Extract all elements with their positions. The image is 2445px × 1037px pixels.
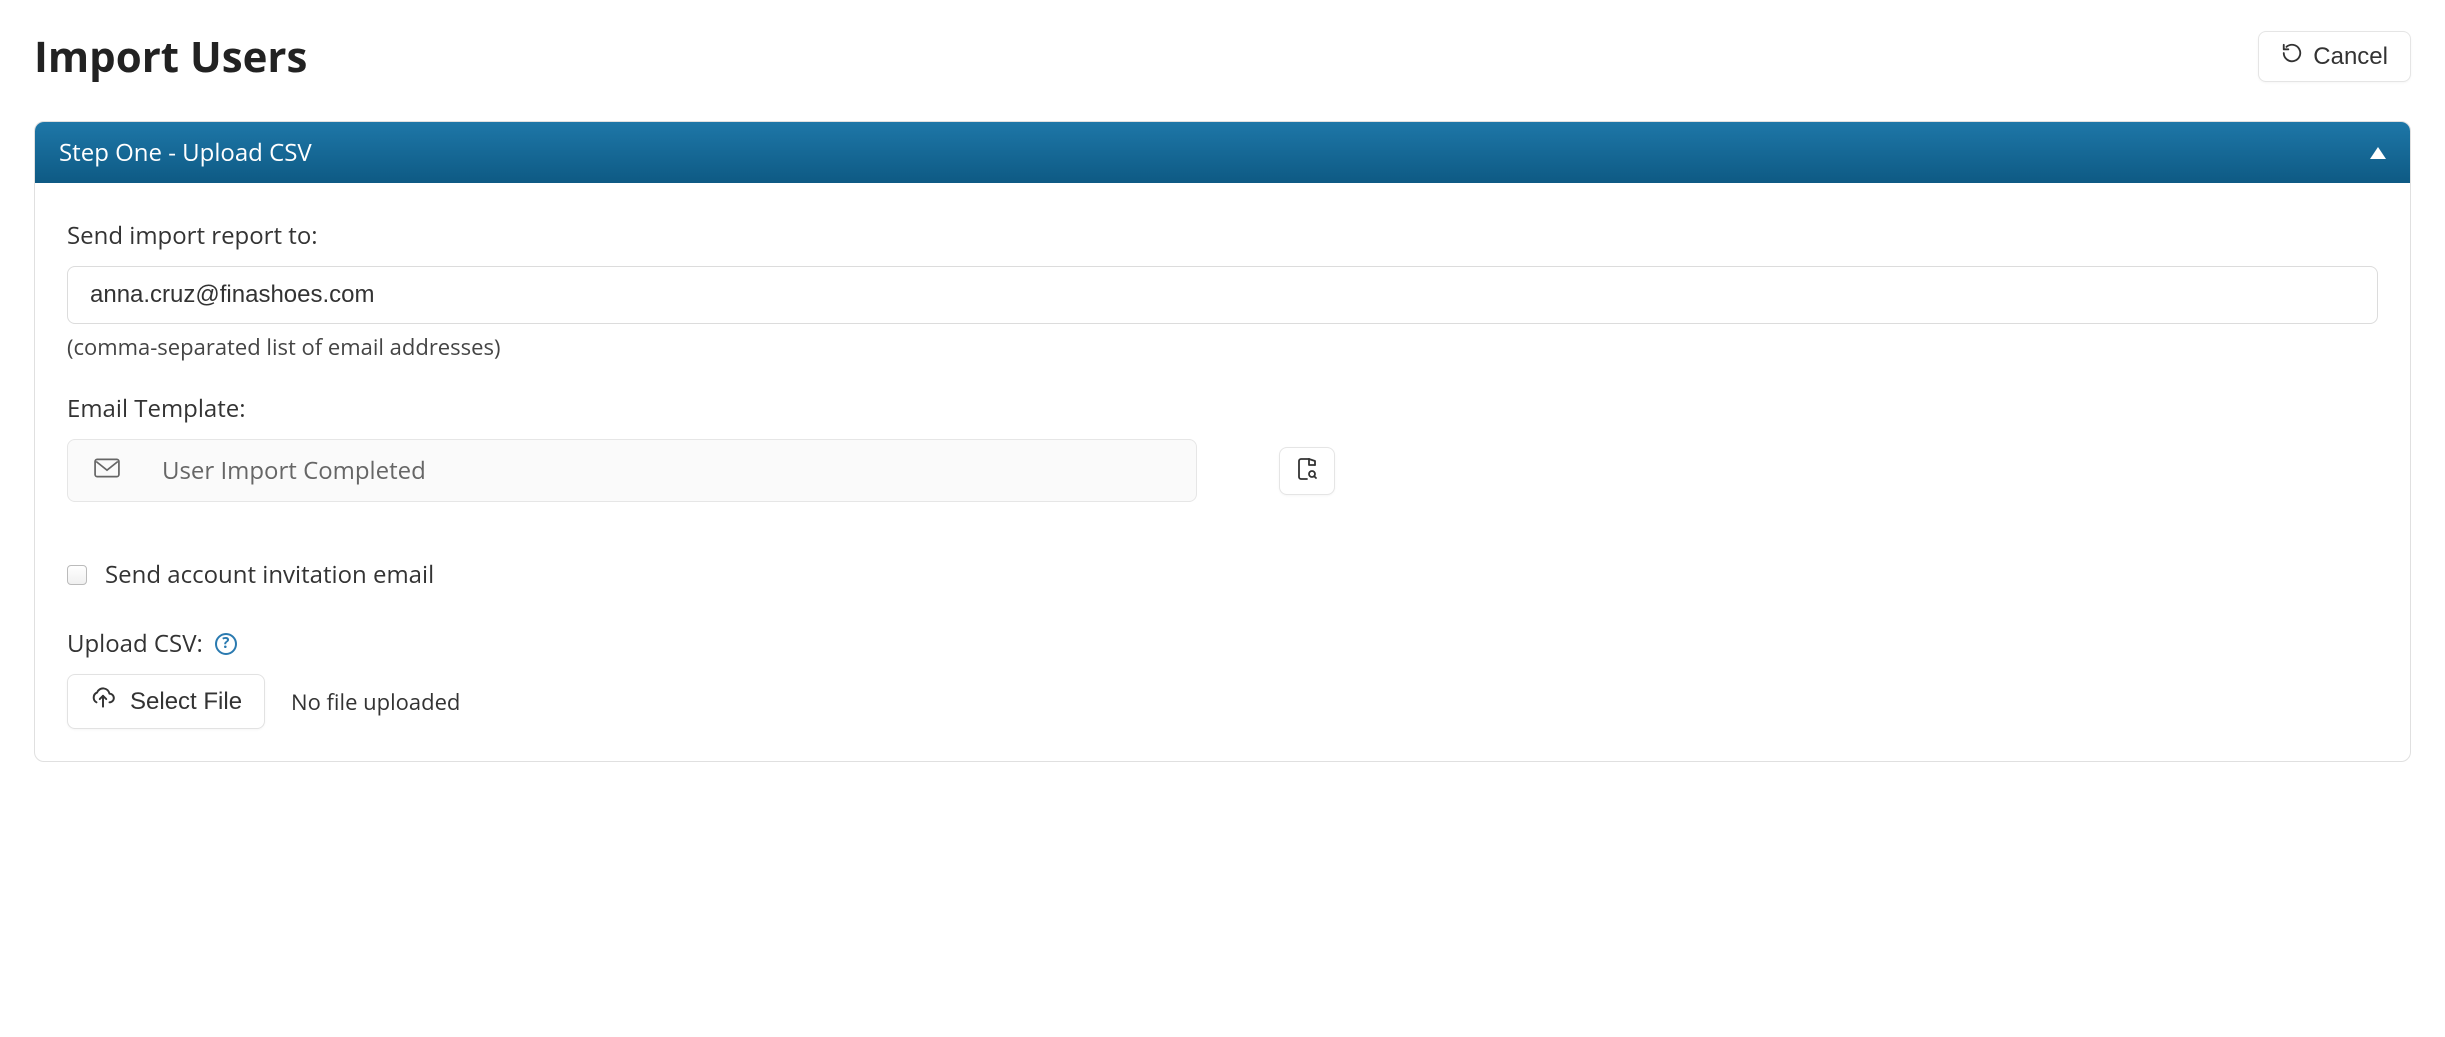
cancel-button-label: Cancel	[2313, 43, 2388, 71]
page-header: Import Users Cancel	[34, 28, 2411, 85]
select-file-button[interactable]: Select File	[67, 674, 265, 729]
step-one-panel: Step One - Upload CSV Send import report…	[34, 121, 2411, 762]
email-template-label: Email Template:	[67, 392, 2378, 425]
undo-icon	[2281, 42, 2303, 71]
report-to-input[interactable]	[67, 266, 2378, 324]
envelope-icon	[94, 454, 120, 487]
help-icon[interactable]: ?	[215, 633, 237, 655]
step-one-title: Step One - Upload CSV	[59, 136, 312, 169]
file-row: Select File No file uploaded	[67, 674, 2378, 729]
report-to-label: Send import report to:	[67, 219, 2378, 252]
import-users-page: Import Users Cancel Step One - Upload CS…	[0, 0, 2445, 802]
invite-email-label[interactable]: Send account invitation email	[105, 558, 434, 591]
step-one-header[interactable]: Step One - Upload CSV	[35, 122, 2410, 183]
email-template-display: User Import Completed	[67, 439, 1197, 502]
invite-email-row: Send account invitation email	[67, 558, 2378, 591]
chevron-up-icon	[2370, 147, 2386, 159]
preview-template-button[interactable]	[1279, 447, 1335, 495]
upload-csv-label: Upload CSV:	[67, 627, 203, 660]
report-to-hint: (comma-separated list of email addresses…	[67, 332, 2378, 362]
invite-email-checkbox[interactable]	[67, 565, 87, 585]
cancel-button[interactable]: Cancel	[2258, 31, 2411, 82]
file-status: No file uploaded	[291, 687, 460, 717]
file-search-icon	[1295, 457, 1319, 484]
cloud-upload-icon	[90, 687, 116, 716]
select-file-label: Select File	[130, 688, 242, 716]
step-one-body: Send import report to: (comma-separated …	[35, 183, 2410, 761]
upload-csv-label-row: Upload CSV: ?	[67, 627, 2378, 660]
page-title: Import Users	[34, 28, 307, 85]
email-template-row: User Import Completed	[67, 439, 2378, 502]
email-template-value: User Import Completed	[162, 454, 426, 487]
